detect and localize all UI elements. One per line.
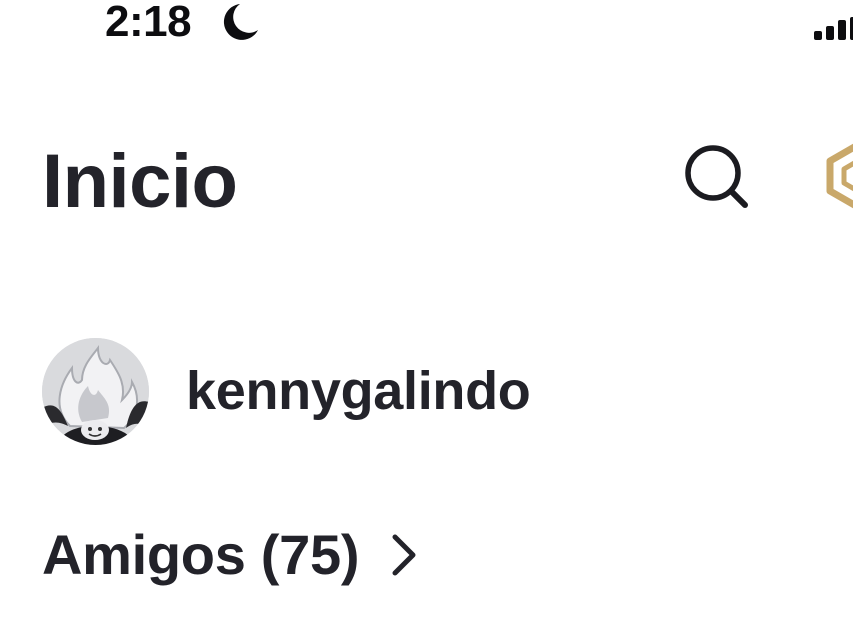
status-time: 2:18 (105, 0, 192, 46)
robux-icon (826, 143, 853, 209)
avatar[interactable] (42, 337, 149, 445)
friends-row[interactable]: Amigos (75) (42, 520, 419, 590)
avatar-image (42, 337, 149, 445)
cellular-signal-icon (814, 17, 853, 40)
status-bar: 2:18 (0, 0, 853, 56)
search-button[interactable] (684, 144, 750, 210)
moon-icon (223, 4, 258, 40)
profile-row[interactable]: kennygalindo (42, 336, 531, 446)
friends-label: Amigos (75) (42, 523, 360, 586)
chevron-right-icon (392, 534, 416, 576)
username: kennygalindo (186, 361, 531, 421)
robux-button[interactable] (826, 142, 853, 210)
page-title: Inicio (42, 139, 238, 224)
search-icon (685, 145, 748, 208)
home-screen: 2:18 Inicio kennygalindo Amigos (75) (0, 0, 853, 618)
